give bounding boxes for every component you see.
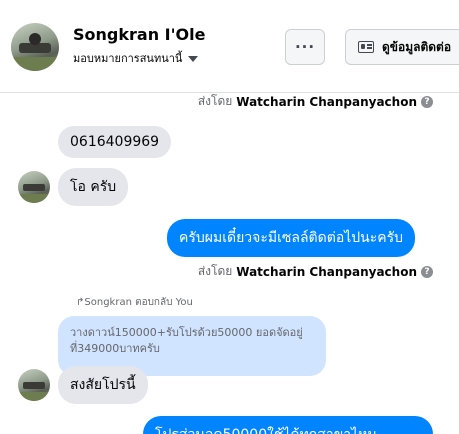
reply-note-text: Songkran ตอบกลับ You — [84, 297, 193, 308]
contact-name[interactable]: Songkran I'Ole — [73, 25, 205, 44]
sent-by-line: ส่งโดย Watcharin Chanpanyachon ? — [198, 92, 433, 111]
quoted-line: วางดาวน์150000+รับโปรด้วย50000 ยอดจัดอยู… — [70, 326, 303, 339]
contact-card-icon — [358, 41, 374, 53]
avatar[interactable] — [18, 369, 50, 401]
sent-by-prefix: ส่งโดย — [197, 264, 233, 278]
caret-down-icon — [188, 56, 199, 62]
sender-name: Watcharin Chanpanyachon — [236, 264, 417, 279]
more-options-button[interactable]: ··· — [285, 29, 325, 65]
sender-name: Watcharin Chanpanyachon — [236, 94, 417, 109]
sent-by-prefix: ส่งโดย — [197, 94, 233, 108]
incoming-message[interactable]: โอ ครับ — [58, 168, 129, 206]
incoming-message[interactable]: สงสัยโปรนี้ — [58, 366, 148, 404]
outgoing-message[interactable]: โปรส่วนลด50000ใช้ได้ทุกสาขาไหม — [143, 416, 433, 434]
reply-note: ↱Songkran ตอบกลับ You — [76, 295, 193, 310]
sent-by-line: ส่งโดย Watcharin Chanpanyachon ? — [198, 262, 433, 281]
quoted-line: ที่349000บาทครับ — [70, 342, 160, 355]
assign-conversation-dropdown[interactable]: มอบหมายการสนทนานี้ — [73, 48, 199, 68]
incoming-message[interactable]: 0616409969 — [58, 126, 172, 158]
avatar[interactable] — [11, 23, 59, 71]
conversation-header: Songkran I'Ole มอบหมายการสนทนานี้ ··· ดู… — [0, 0, 459, 93]
more-icon: ··· — [294, 38, 316, 56]
help-icon[interactable]: ? — [421, 265, 433, 278]
view-contact-label: ดูข้อมูลติดต่อ — [382, 39, 452, 54]
help-icon[interactable]: ? — [421, 95, 433, 108]
view-contact-button[interactable]: ดูข้อมูลติดต่อ — [345, 29, 459, 65]
messenger-page: Songkran I'Ole มอบหมายการสนทนานี้ ··· ดู… — [0, 0, 459, 434]
avatar[interactable] — [18, 171, 50, 203]
outgoing-message[interactable]: ครับผมเดี๋ยวจะมีเซลล์ติดต่อไปนะครับ — [167, 219, 416, 257]
assign-label: มอบหมายการสนทนานี้ — [73, 52, 183, 65]
